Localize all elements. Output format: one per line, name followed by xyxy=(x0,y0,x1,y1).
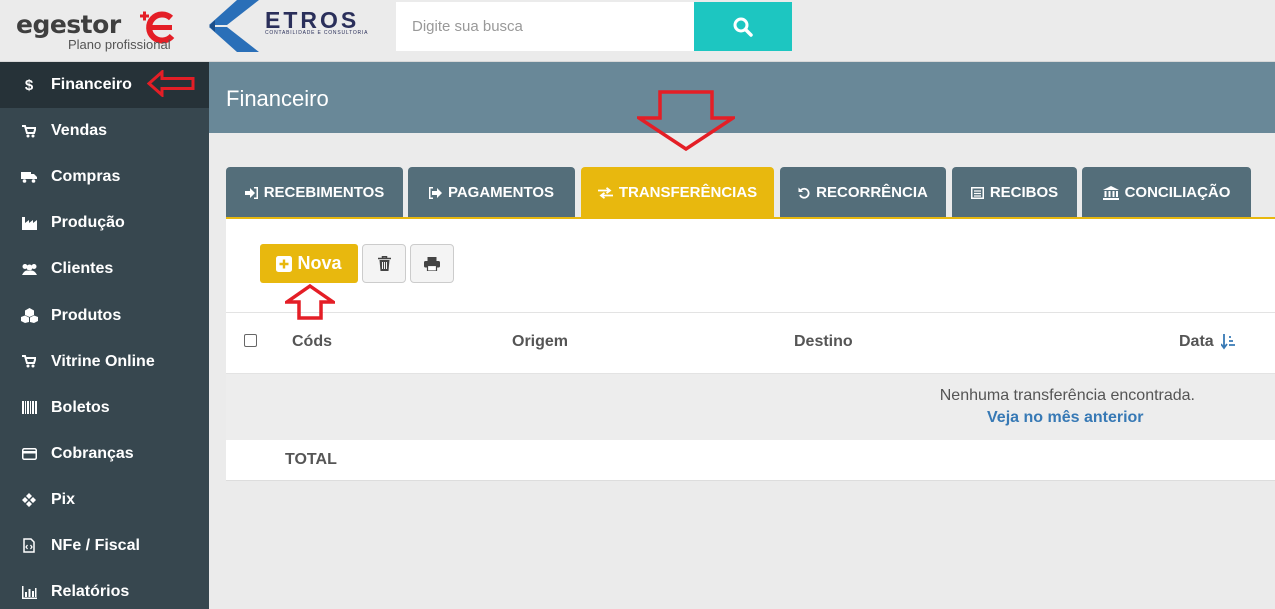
column-destination[interactable]: Destino xyxy=(794,333,853,351)
tab-recibos[interactable]: RECIBOS xyxy=(952,167,1077,218)
exchange-icon xyxy=(597,186,613,199)
select-all-checkbox[interactable] xyxy=(244,334,257,347)
tab-label: RECEBIMENTOS xyxy=(263,184,385,201)
empty-row: Nenhuma transferência encontrada. Veja n… xyxy=(226,374,1275,440)
barcode-icon xyxy=(18,401,40,415)
top-bar: egestor Plano profissional ETROS CONTABI… xyxy=(0,0,1275,62)
factory-icon xyxy=(18,216,40,230)
tab-label: TRANSFERÊNCIAS xyxy=(618,184,758,201)
sidebar-item-cobrancas[interactable]: Cobranças xyxy=(0,431,209,477)
sidebar-item-compras[interactable]: Compras xyxy=(0,154,209,200)
undo-icon xyxy=(798,187,810,199)
sidebar-item-nfe-fiscal[interactable]: NFe / Fiscal xyxy=(0,523,209,569)
column-codes[interactable]: Códs xyxy=(292,333,332,351)
sidebar-item-producao[interactable]: Produção xyxy=(0,200,209,246)
page-title: Financeiro xyxy=(226,86,329,111)
logo-name: egestor xyxy=(16,10,121,39)
sort-icon[interactable] xyxy=(1221,334,1235,350)
tab-label: CONCILIAÇÃO xyxy=(1124,184,1231,201)
sidebar-item-clientes[interactable]: Clientes xyxy=(0,246,209,292)
delete-button[interactable] xyxy=(362,244,406,283)
pix-icon xyxy=(18,492,40,507)
users-icon xyxy=(18,263,40,276)
sidebar: $ Financeiro Vendas Compras Produção Cli… xyxy=(0,62,209,609)
search-icon xyxy=(733,17,753,37)
empty-message: Nenhuma transferência encontrada. xyxy=(939,387,1195,404)
sidebar-item-label: Clientes xyxy=(51,260,114,278)
search-button[interactable] xyxy=(694,2,792,51)
sign-in-icon xyxy=(244,186,258,199)
sidebar-item-pix[interactable]: Pix xyxy=(0,477,209,523)
table-header: Códs Origem Destino Data xyxy=(226,312,1275,374)
sidebar-item-vitrine-online[interactable]: Vitrine Online xyxy=(0,339,209,385)
annotation-arrow-down-icon xyxy=(637,90,735,151)
cart-icon xyxy=(18,124,40,138)
column-date[interactable]: Data xyxy=(1179,333,1214,351)
annotation-arrow-left-icon xyxy=(147,70,195,97)
sidebar-item-label: Relatórios xyxy=(51,583,130,601)
tab-transferencias[interactable]: TRANSFERÊNCIAS xyxy=(581,167,774,218)
sidebar-item-label: Boletos xyxy=(51,398,110,416)
sidebar-item-vendas[interactable]: Vendas xyxy=(0,108,209,154)
sidebar-item-label: Financeiro xyxy=(51,76,132,94)
partner-tagline: CONTABILIDADE E CONSULTORIA xyxy=(265,30,369,36)
search-input[interactable] xyxy=(396,2,694,51)
cubes-icon xyxy=(18,308,40,324)
sidebar-item-label: Vitrine Online xyxy=(51,352,155,370)
sidebar-item-label: NFe / Fiscal xyxy=(51,536,140,554)
cart-icon xyxy=(18,355,40,368)
bar-chart-icon xyxy=(18,585,40,599)
tab-recorrencia[interactable]: RECORRÊNCIA xyxy=(780,167,946,218)
partner-logo: ETROS CONTABILIDADE E CONSULTORIA xyxy=(207,0,382,52)
previous-month-link[interactable]: Veja no mês anterior xyxy=(987,409,1144,427)
print-button[interactable] xyxy=(410,244,454,283)
tab-conciliacao[interactable]: CONCILIAÇÃO xyxy=(1082,167,1251,218)
sidebar-item-boletos[interactable]: Boletos xyxy=(0,385,209,431)
tab-label: PAGAMENTOS xyxy=(447,184,555,201)
sidebar-item-relatorios[interactable]: Relatórios xyxy=(0,569,209,609)
partner-mark-icon xyxy=(209,0,259,52)
transfers-panel: Nova Códs Origem Destino Data Nenhuma tr… xyxy=(226,219,1275,481)
tab-label: RECIBOS xyxy=(989,184,1059,201)
column-origin[interactable]: Origem xyxy=(512,333,568,351)
sidebar-item-label: Produção xyxy=(51,214,125,232)
new-button[interactable]: Nova xyxy=(260,244,358,283)
sidebar-item-label: Cobranças xyxy=(51,444,134,462)
list-alt-icon xyxy=(970,186,984,199)
tab-recebimentos[interactable]: RECEBIMENTOS xyxy=(226,167,403,218)
new-button-label: Nova xyxy=(297,253,342,273)
tab-label: RECORRÊNCIA xyxy=(816,184,928,201)
plus-square-icon xyxy=(276,255,293,272)
file-code-icon xyxy=(18,538,40,554)
credit-card-icon xyxy=(18,447,40,460)
sidebar-item-label: Produtos xyxy=(51,306,122,324)
total-label: TOTAL xyxy=(285,451,337,468)
print-icon xyxy=(424,256,440,271)
truck-icon xyxy=(18,171,40,184)
annotation-arrow-up-icon xyxy=(285,284,335,320)
sign-out-icon xyxy=(428,186,442,199)
egestor-logo[interactable]: egestor Plano profissional xyxy=(16,8,186,56)
plan-label: Plano profissional xyxy=(68,37,171,52)
page-header: Financeiro xyxy=(209,62,1275,133)
trash-icon xyxy=(377,256,391,271)
bank-icon xyxy=(1102,185,1119,200)
sidebar-item-label: Vendas xyxy=(51,122,108,140)
dollar-icon: $ xyxy=(24,76,34,94)
sidebar-item-produtos[interactable]: Produtos xyxy=(0,292,209,338)
sidebar-item-label: Pix xyxy=(51,490,76,508)
tab-pagamentos[interactable]: PAGAMENTOS xyxy=(408,167,575,218)
sidebar-item-label: Compras xyxy=(51,168,121,186)
